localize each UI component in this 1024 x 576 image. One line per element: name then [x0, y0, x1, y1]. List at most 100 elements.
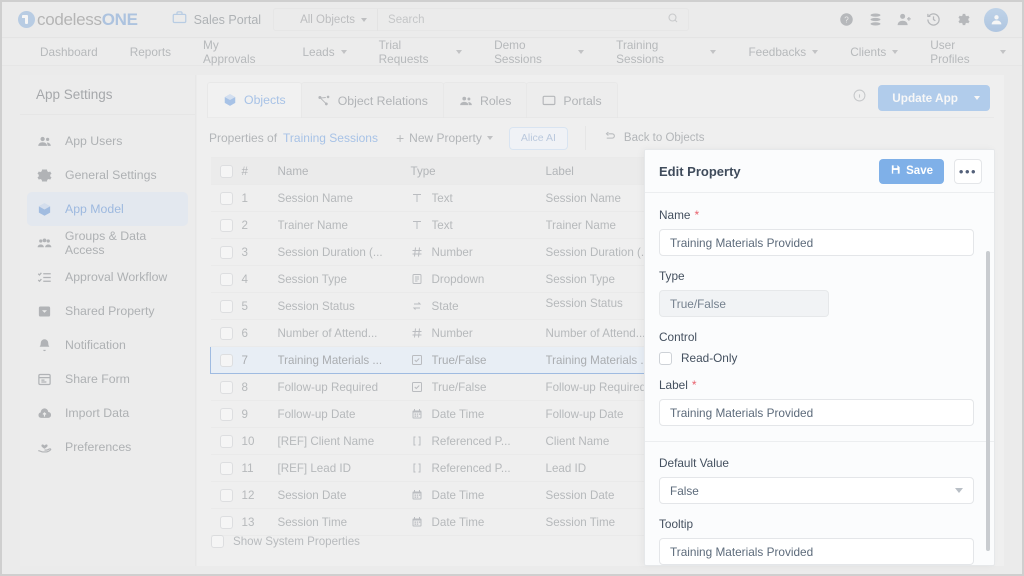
row-checkbox[interactable]: [219, 218, 233, 232]
avatar[interactable]: [984, 7, 1008, 32]
nav-item-demo-sessions[interactable]: Demo Sessions: [478, 38, 600, 66]
nav-item-trial-requests[interactable]: Trial Requests: [363, 38, 478, 66]
row-checkbox[interactable]: [219, 488, 233, 502]
row-checkbox[interactable]: [219, 191, 233, 205]
nav-item-leads[interactable]: Leads: [286, 39, 362, 65]
nav-item-dashboard[interactable]: Dashboard: [24, 39, 114, 65]
new-property-button[interactable]: + New Property: [396, 131, 493, 145]
nav-item-reports[interactable]: Reports: [114, 39, 187, 65]
default-value-select[interactable]: False: [659, 477, 974, 504]
row-checkbox[interactable]: [220, 353, 233, 367]
edit-property-title: Edit Property: [659, 163, 741, 179]
row-checkbox[interactable]: [219, 407, 233, 421]
save-button[interactable]: Save: [879, 158, 944, 184]
sidebar-item-shared-property[interactable]: Shared Property: [27, 294, 188, 328]
type-input: True/False: [659, 290, 829, 317]
tooltip-input[interactable]: Training Materials Provided: [659, 538, 974, 565]
database-icon[interactable]: [868, 12, 883, 27]
row-select-cell[interactable]: [210, 346, 242, 374]
type-input-value: True/False: [670, 296, 726, 311]
properties-object-name[interactable]: Training Sessions: [283, 131, 378, 145]
object-selector[interactable]: All Objects: [300, 8, 379, 31]
row-checkbox[interactable]: [219, 245, 233, 259]
select-all-header[interactable]: [210, 157, 242, 185]
control-label-text: Control: [659, 330, 698, 344]
row-select-cell[interactable]: [210, 184, 242, 212]
row-name: Follow-up Date: [277, 400, 411, 428]
users-icon: [459, 94, 473, 108]
nav-item-training-sessions[interactable]: Training Sessions: [600, 38, 732, 66]
info-icon[interactable]: [853, 89, 866, 107]
sidebar-item-app-users[interactable]: App Users: [27, 124, 188, 158]
nav-item-my-approvals[interactable]: My Approvals: [187, 38, 286, 66]
row-checkbox[interactable]: [219, 515, 233, 529]
select-all-checkbox[interactable]: [219, 164, 233, 178]
portal-switcher[interactable]: Sales Portal: [172, 10, 261, 30]
row-checkbox[interactable]: [219, 434, 233, 448]
label-label-text: Label: [659, 378, 688, 392]
row-select-cell[interactable]: [210, 373, 242, 401]
brand-logo[interactable]: codelessONE: [18, 10, 138, 30]
row-checkbox[interactable]: [219, 326, 233, 340]
tab-roles[interactable]: Roles: [442, 82, 528, 118]
update-app-button[interactable]: Update App: [878, 85, 990, 111]
read-only-toggle[interactable]: Read-Only: [659, 351, 974, 365]
gear-icon[interactable]: [955, 12, 970, 27]
back-to-objects-button[interactable]: Back to Objects: [584, 126, 704, 150]
nav-item-user-profiles[interactable]: User Profiles: [914, 38, 1022, 66]
column-header-num[interactable]: #: [241, 157, 278, 185]
more-options-button[interactable]: •••: [954, 158, 982, 184]
search-placeholder: Search: [388, 13, 425, 26]
row-select-cell[interactable]: [210, 265, 242, 293]
sidebar-item-general-settings[interactable]: General Settings: [27, 158, 188, 192]
read-only-checkbox[interactable]: [659, 351, 672, 365]
row-select-cell[interactable]: [210, 238, 242, 266]
row-select-cell[interactable]: [210, 211, 242, 239]
help-circle-icon[interactable]: ?: [839, 12, 854, 27]
sidebar-item-label: Import Data: [65, 406, 130, 420]
row-select-cell[interactable]: [210, 400, 242, 428]
sidebar-item-import-data[interactable]: Import Data: [27, 396, 188, 430]
gear-icon: [37, 168, 54, 183]
row-checkbox[interactable]: [219, 380, 233, 394]
column-header-name[interactable]: Name: [277, 157, 411, 185]
number-icon: [411, 246, 424, 258]
sidebar-item-app-model[interactable]: App Model: [27, 192, 188, 226]
row-select-cell[interactable]: [210, 508, 242, 536]
tab-objects[interactable]: Objects: [207, 82, 302, 118]
field-group-label: Label * Training Materials Provided: [659, 378, 974, 426]
row-checkbox[interactable]: [219, 461, 233, 475]
history-icon[interactable]: [926, 12, 941, 27]
alice-ai-button[interactable]: Alice AI: [508, 126, 568, 150]
row-checkbox[interactable]: [219, 272, 233, 286]
add-user-icon[interactable]: [897, 12, 912, 27]
checklist-icon: [37, 270, 54, 285]
label-input[interactable]: Training Materials Provided: [659, 399, 974, 426]
sidebar-item-preferences[interactable]: Preferences: [27, 430, 188, 464]
calendar-icon: [411, 516, 424, 528]
bell-icon: [37, 338, 54, 353]
show-system-properties-toggle[interactable]: Show System Properties: [211, 535, 360, 548]
row-select-cell[interactable]: [210, 292, 242, 320]
row-checkbox[interactable]: [219, 299, 233, 313]
row-select-cell[interactable]: [210, 454, 242, 482]
name-input[interactable]: Training Materials Provided: [659, 229, 974, 256]
sidebar-item-groups-data-access[interactable]: Groups & Data Access: [27, 226, 188, 260]
nav-item-clients[interactable]: Clients: [834, 39, 914, 65]
sidebar-item-approval-workflow[interactable]: Approval Workflow: [27, 260, 188, 294]
tab-portals[interactable]: Portals: [526, 82, 618, 118]
row-select-cell[interactable]: [210, 481, 242, 509]
row-select-cell[interactable]: [210, 427, 242, 455]
object-selector-label: All Objects: [300, 13, 356, 26]
show-system-properties-checkbox[interactable]: [211, 535, 224, 548]
panel-scrollbar[interactable]: [986, 251, 990, 551]
search-input[interactable]: Search: [378, 9, 688, 31]
nav-item-feedbacks[interactable]: Feedbacks: [732, 39, 834, 65]
sidebar-item-share-form[interactable]: Share Form: [27, 362, 188, 396]
column-header-type[interactable]: Type: [410, 157, 546, 185]
row-type: Dropdown: [410, 265, 546, 293]
nav-label: Dashboard: [40, 45, 98, 59]
tab-object-relations[interactable]: Object Relations: [300, 82, 444, 118]
row-select-cell[interactable]: [210, 319, 242, 347]
sidebar-item-notification[interactable]: Notification: [27, 328, 188, 362]
